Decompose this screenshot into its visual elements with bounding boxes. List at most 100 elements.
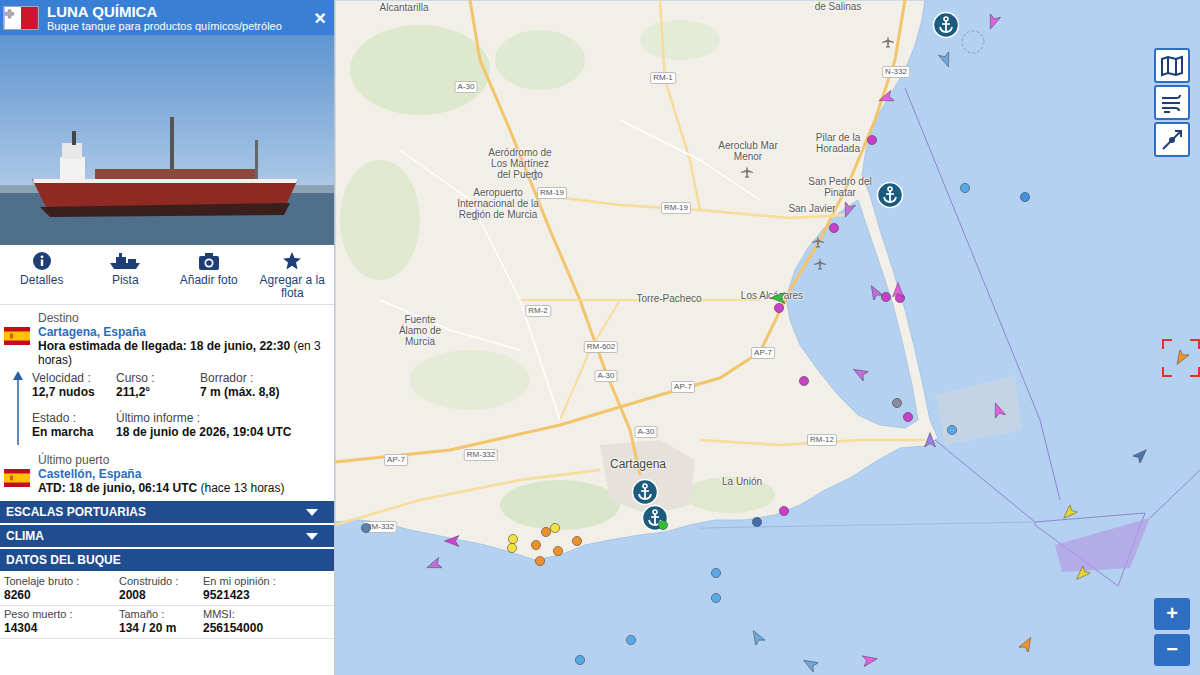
vessel-arrow-icon[interactable]	[749, 629, 765, 645]
vessel-marker[interactable]	[623, 632, 639, 648]
vessel-marker[interactable]	[504, 540, 520, 556]
vessel-marker[interactable]	[802, 656, 818, 672]
vessel-marker[interactable]	[990, 402, 1006, 418]
vessel-marker[interactable]	[944, 422, 960, 438]
vessel-dot-icon[interactable]	[771, 300, 787, 316]
section-header[interactable]: DATOS DEL BUQUE	[0, 549, 334, 571]
vessel-marker[interactable]	[708, 565, 724, 581]
vessel-dot-icon[interactable]	[957, 180, 973, 196]
vessel-arrow-icon[interactable]	[426, 557, 442, 573]
vessel-marker[interactable]	[890, 282, 906, 298]
vessel-arrow-icon[interactable]	[878, 90, 894, 106]
vessel-dot-icon[interactable]	[776, 503, 792, 519]
vessel-dot-icon[interactable]	[889, 395, 905, 411]
action-label[interactable]: Pista	[112, 274, 139, 287]
close-button[interactable]: ×	[314, 8, 326, 28]
vessel-dot-icon[interactable]	[944, 422, 960, 438]
vessel-dot-icon[interactable]	[900, 409, 916, 425]
vessel-marker[interactable]	[426, 557, 442, 573]
vessel-marker[interactable]	[938, 52, 954, 68]
map-layers-icon[interactable]	[1160, 54, 1184, 78]
vessel-marker[interactable]	[878, 289, 894, 305]
vessel-arrow-icon[interactable]	[1061, 505, 1077, 521]
vessel-marker[interactable]	[538, 524, 554, 540]
vessel-dot-icon[interactable]	[708, 590, 724, 606]
vessel-marker[interactable]	[922, 432, 938, 448]
destination-port[interactable]: Cartagena, España	[38, 325, 330, 339]
measure-icon[interactable]	[1160, 128, 1184, 152]
vessel-marker[interactable]	[826, 220, 842, 236]
action-label[interactable]: Agregar a la flota	[251, 274, 335, 300]
vessel-dot-icon[interactable]	[878, 289, 894, 305]
action-label[interactable]: Detalles	[20, 274, 63, 287]
vessel-dot-icon[interactable]	[538, 524, 554, 540]
vessel-dot-icon[interactable]	[708, 565, 724, 581]
vessel-marker[interactable]	[862, 652, 878, 668]
zoom-out-button[interactable]: −	[1154, 634, 1190, 666]
vessel-marker[interactable]	[852, 365, 868, 381]
section-header[interactable]: CLIMA	[0, 525, 334, 547]
vessel-marker[interactable]	[444, 533, 460, 549]
vessel-marker[interactable]	[1061, 505, 1077, 521]
vessel-arrow-icon[interactable]	[985, 14, 1001, 30]
vessel-marker[interactable]	[900, 409, 916, 425]
vessel-arrow-icon[interactable]	[867, 284, 883, 300]
zoom-in-button[interactable]: +	[1154, 598, 1190, 630]
vessel-dot-icon[interactable]	[569, 533, 585, 549]
map-tool-button[interactable]	[1154, 85, 1190, 120]
vessel-dot-icon[interactable]	[1017, 189, 1033, 205]
vessel-arrow-icon[interactable]	[922, 432, 938, 448]
anchorage-icon[interactable]	[631, 478, 659, 506]
map-tool-button[interactable]	[1154, 122, 1190, 157]
vessel-arrow-icon[interactable]	[802, 656, 818, 672]
vessel-marker[interactable]	[572, 652, 588, 668]
vessel-dot-icon[interactable]	[796, 373, 812, 389]
details-button[interactable]: Detalles	[0, 251, 84, 287]
vessel-arrow-icon[interactable]	[444, 533, 460, 549]
vessel-marker[interactable]	[532, 553, 548, 569]
vessel-marker[interactable]	[776, 503, 792, 519]
vessel-dot-icon[interactable]	[572, 652, 588, 668]
vessel-marker[interactable]	[749, 514, 765, 530]
wind-icon[interactable]	[1160, 91, 1184, 115]
vessel-dot-icon[interactable]	[532, 553, 548, 569]
vessel-dot-icon[interactable]	[623, 632, 639, 648]
anchorage-icon[interactable]	[876, 181, 904, 209]
map-canvas[interactable]	[335, 0, 1200, 675]
vessel-marker[interactable]	[864, 132, 880, 148]
vessel-marker[interactable]	[1133, 447, 1149, 463]
vessel-dot-icon[interactable]	[864, 132, 880, 148]
vessel-marker[interactable]	[985, 14, 1001, 30]
caret-icon[interactable]	[306, 533, 318, 540]
vessel-marker[interactable]	[878, 90, 894, 106]
vessel-marker[interactable]	[708, 590, 724, 606]
vessel-arrow-icon[interactable]	[990, 402, 1006, 418]
vessel-arrow-icon[interactable]	[862, 652, 878, 668]
vessel-marker[interactable]	[796, 373, 812, 389]
vessel-arrow-icon[interactable]	[938, 52, 954, 68]
last-port-name[interactable]: Castellón, España	[38, 467, 330, 481]
map-tool-button[interactable]	[1154, 48, 1190, 83]
vessel-marker[interactable]	[889, 395, 905, 411]
vessel-marker[interactable]	[1173, 350, 1189, 366]
section-title[interactable]: CLIMA	[6, 527, 44, 545]
vessel-arrow-icon[interactable]	[852, 365, 868, 381]
add-photo-button[interactable]: Añadir foto	[167, 251, 251, 287]
track-button[interactable]: Pista	[84, 251, 168, 287]
vessel-dot-icon[interactable]	[528, 537, 544, 553]
vessel-dot-icon[interactable]	[749, 514, 765, 530]
vessel-arrow-icon[interactable]	[840, 202, 856, 218]
vessel-dot-icon[interactable]	[550, 543, 566, 559]
vessel-dot-icon[interactable]	[655, 517, 671, 533]
anchorage-icon[interactable]	[932, 11, 960, 39]
vessel-marker[interactable]	[1019, 636, 1035, 652]
vessel-arrow-icon[interactable]	[1074, 566, 1090, 582]
vessel-arrow-icon[interactable]	[1019, 636, 1035, 652]
section-title[interactable]: ESCALAS PORTUARIAS	[6, 503, 146, 521]
vessel-arrow-icon[interactable]	[1133, 447, 1149, 463]
vessel-marker[interactable]	[771, 300, 787, 316]
vessel-marker[interactable]	[358, 520, 374, 536]
vessel-marker[interactable]	[840, 202, 856, 218]
vessel-dot-icon[interactable]	[504, 540, 520, 556]
vessel-marker[interactable]	[1074, 566, 1090, 582]
